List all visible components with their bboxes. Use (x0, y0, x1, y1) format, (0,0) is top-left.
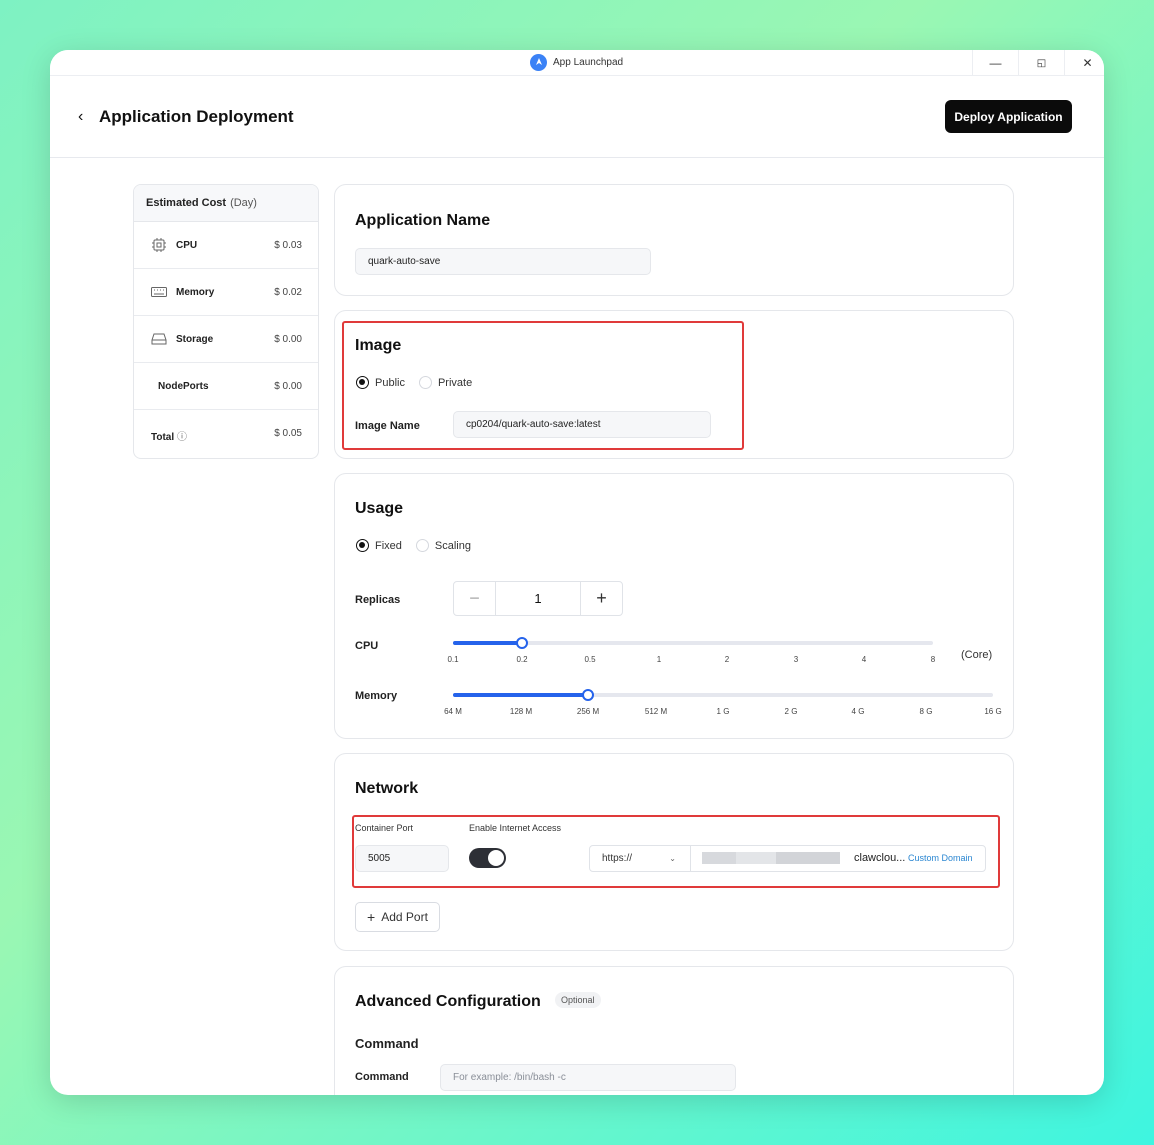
memory-tick: 2 G (784, 707, 798, 716)
app-window: App Launchpad — ◱ ✕ ‹ Application Deploy… (50, 50, 1104, 1095)
help-icon[interactable]: ⓘ (177, 432, 187, 443)
memory-icon (151, 287, 167, 297)
rocket-icon (530, 53, 547, 71)
cpu-tick: 3 (793, 655, 799, 664)
cost-label-memory: Memory (176, 287, 215, 298)
advanced-title: Advanced Configuration (355, 993, 541, 1010)
cost-label-nodeports: NodePorts (158, 381, 209, 392)
application-name-card: Application Name quark-auto-save (334, 184, 1014, 296)
cost-value-memory: $ 0.02 (274, 287, 302, 298)
cost-header: Estimated Cost (Day) (134, 185, 318, 222)
application-name-value: quark-auto-save (368, 256, 441, 267)
radio-scaling-label: Scaling (434, 539, 471, 552)
memory-slider-thumb[interactable] (582, 689, 594, 701)
cpu-slider-thumb[interactable] (516, 637, 528, 649)
cost-row-storage: Storage $ 0.00 (134, 316, 318, 363)
minus-icon: − (469, 588, 480, 608)
cost-row-nodeports: NodePorts $ 0.00 (134, 363, 318, 410)
deploy-application-button[interactable]: Deploy Application (945, 100, 1072, 133)
cpu-slider-fill (453, 641, 522, 645)
cpu-tick: 1 (656, 655, 662, 664)
application-name-title: Application Name (355, 212, 491, 229)
cost-value-total: $ 0.05 (274, 428, 302, 439)
image-highlight-box (342, 321, 744, 450)
plus-icon: + (596, 588, 607, 608)
cost-label-storage: Storage (176, 334, 214, 345)
memory-tick: 128 M (509, 707, 533, 716)
cost-label-cpu: CPU (176, 240, 198, 251)
usage-title: Usage (355, 500, 404, 517)
minimize-icon: — (989, 56, 1002, 70)
add-port-label: Add Port (381, 910, 428, 924)
usage-mode-radio: Fixed Scaling (356, 539, 471, 552)
window-title-group: App Launchpad (530, 52, 623, 72)
page-title: Application Deployment (99, 107, 294, 126)
memory-tick: 8 G (919, 707, 933, 716)
memory-tick: 4 G (851, 707, 865, 716)
radio-scaling[interactable] (415, 539, 429, 552)
usage-card: Usage Fixed Scaling Replicas − 1 + CPU 0… (334, 473, 1014, 739)
cpu-tick: 0.5 (584, 655, 596, 664)
cost-row-cpu: CPU $ 0.03 (134, 222, 318, 269)
maximize-button[interactable]: ◱ (1018, 50, 1064, 76)
cpu-tick: 0.2 (516, 655, 528, 664)
cpu-label: CPU (355, 640, 379, 652)
memory-slider-fill (453, 693, 588, 697)
cpu-tick: 8 (930, 655, 936, 664)
restore-icon: ◱ (1036, 57, 1047, 69)
image-card: Image Public Private Image Name cp0204/q… (334, 310, 1014, 459)
command-section-title: Command (355, 1036, 419, 1051)
network-highlight-box (352, 815, 1000, 888)
replicas-increment-button[interactable]: + (581, 582, 622, 615)
memory-tick: 512 M (644, 707, 668, 716)
cost-value-nodeports: $ 0.00 (274, 381, 302, 392)
add-port-button[interactable]: + Add Port (355, 902, 440, 932)
cost-title: Estimated Cost (146, 197, 227, 209)
memory-tick: 16 G (984, 707, 1002, 716)
minimize-button[interactable]: — (972, 50, 1018, 76)
command-label: Command (355, 1071, 409, 1083)
cost-unit: (Day) (230, 197, 257, 209)
replicas-value[interactable]: 1 (495, 582, 581, 615)
network-card: Network Container Port Enable Internet A… (334, 753, 1014, 951)
estimated-cost-panel: Estimated Cost (Day) CPU $ 0.03 Memory $ … (133, 184, 319, 459)
page-header: ‹ Application Deployment Deploy Applicat… (50, 76, 1104, 158)
cost-label-total: Total ⓘ (151, 428, 187, 443)
application-name-input[interactable]: quark-auto-save (355, 248, 651, 275)
back-icon[interactable]: ‹ (78, 108, 83, 126)
plus-icon: + (367, 909, 376, 925)
cpu-tick: 2 (724, 655, 730, 664)
cost-value-cpu: $ 0.03 (274, 240, 302, 251)
cpu-tick: 0.1 (447, 655, 459, 664)
window-title: App Launchpad (553, 56, 624, 68)
cpu-icon (152, 238, 166, 252)
replicas-stepper: − 1 + (453, 581, 623, 616)
memory-tick: 256 M (576, 707, 600, 716)
total-text: Total (151, 432, 175, 443)
radio-fixed-label: Fixed (375, 539, 402, 552)
cpu-unit: (Core) (961, 649, 993, 661)
cost-row-memory: Memory $ 0.02 (134, 269, 318, 316)
command-input[interactable]: For example: /bin/bash -c (440, 1064, 736, 1091)
cost-value-storage: $ 0.00 (274, 334, 302, 345)
cost-row-total: Total ⓘ $ 0.05 (134, 410, 318, 457)
memory-tick: 1 G (716, 707, 730, 716)
memory-tick: 64 M (444, 707, 462, 716)
advanced-configuration-card: Advanced Configuration Optional Command … (334, 966, 1014, 1095)
close-icon: ✕ (1082, 56, 1093, 70)
radio-fixed[interactable] (356, 539, 369, 552)
close-window-button[interactable]: ✕ (1064, 50, 1104, 76)
storage-icon (151, 333, 167, 345)
title-bar: App Launchpad — ◱ ✕ (50, 50, 1104, 76)
optional-badge: Optional (555, 992, 601, 1008)
command-placeholder: For example: /bin/bash -c (453, 1072, 566, 1083)
replicas-decrement-button[interactable]: − (454, 582, 495, 615)
network-title: Network (355, 780, 419, 797)
memory-label: Memory (355, 690, 398, 702)
cpu-tick: 4 (861, 655, 867, 664)
replicas-label: Replicas (355, 594, 401, 606)
